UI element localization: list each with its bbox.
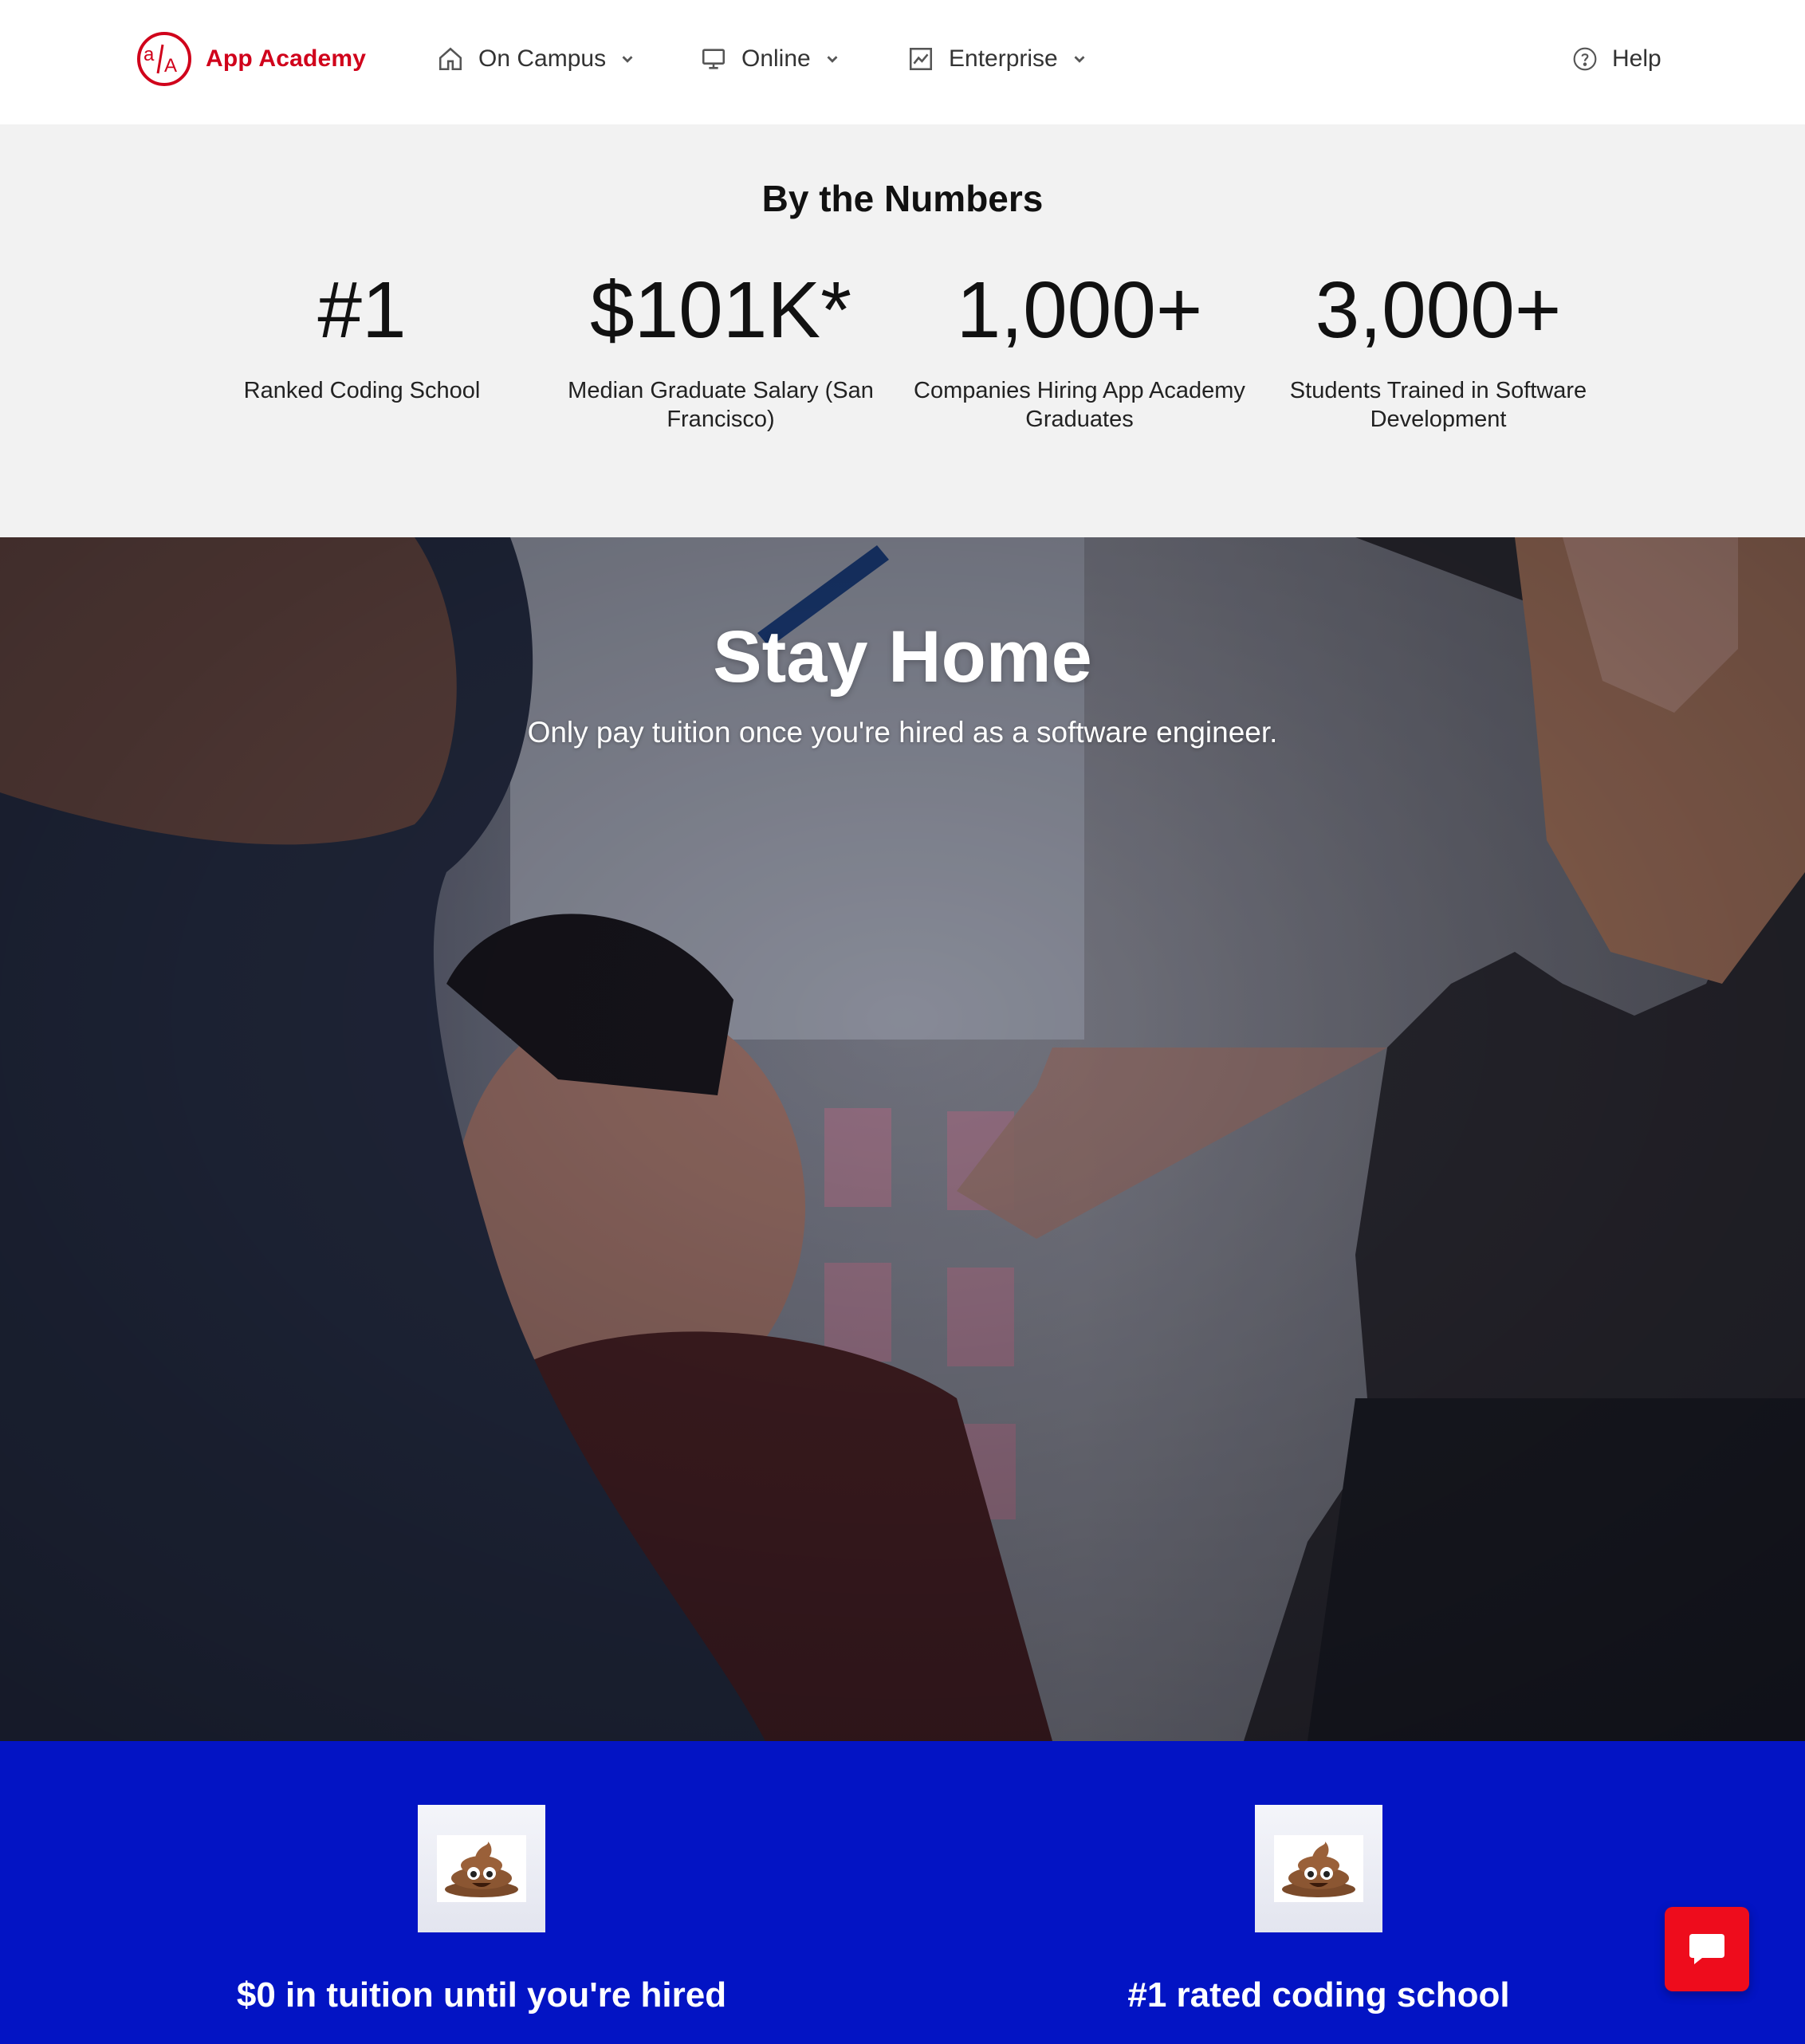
- help-circle-icon: [1573, 47, 1597, 71]
- feature-text: $0 in tuition until you're hired: [236, 1975, 727, 2015]
- stat-value: #1: [317, 265, 407, 355]
- top-nav: a A App Academy On Campus Online Enterpr…: [0, 0, 1805, 124]
- stat-value: 3,000+: [1315, 265, 1562, 355]
- feature-icon-box: [1255, 1805, 1382, 1932]
- nav-online-label: Online: [741, 45, 811, 72]
- stat-label: Students Trained in Software Development: [1289, 378, 1587, 432]
- home-icon: [438, 47, 462, 71]
- stat-value: $101K*: [589, 265, 852, 355]
- chevron-down-icon: [827, 56, 838, 63]
- chevron-down-icon: [1074, 56, 1085, 63]
- stat-item: 3,000+ Students Trained in Software Deve…: [1271, 266, 1606, 434]
- features-section: $0 in tuition until you're hired #1 rate…: [0, 1741, 1805, 2044]
- chevron-down-icon: [622, 56, 633, 63]
- chat-widget-button[interactable]: [1665, 1907, 1749, 1991]
- section-title: By the Numbers: [761, 178, 1044, 219]
- nav-help-label: Help: [1612, 45, 1661, 72]
- app-academy-logo-icon: a A: [137, 32, 191, 86]
- feature-text: #1 rated coding school: [1127, 1975, 1510, 2015]
- stat-value: 1,000+: [956, 265, 1203, 355]
- nav-on-campus[interactable]: On Campus: [437, 40, 636, 78]
- stat-label: Ranked Coding School: [243, 378, 481, 403]
- stat-label: Median Graduate Salary (San Francisco): [568, 378, 874, 432]
- chart-icon: [909, 47, 933, 71]
- nav-enterprise-label: Enterprise: [949, 45, 1058, 72]
- poop-emoji-icon: [1274, 1835, 1363, 1902]
- stat-item: $101K* Median Graduate Salary (San Franc…: [553, 266, 888, 434]
- stat-item: #1 Ranked Coding School: [195, 266, 529, 405]
- nav-enterprise[interactable]: Enterprise: [907, 40, 1088, 78]
- svg-text:A: A: [164, 55, 177, 77]
- hero-title: Stay Home: [713, 616, 1092, 698]
- nav-help[interactable]: Help: [1572, 40, 1661, 78]
- nav-online[interactable]: Online: [700, 40, 841, 78]
- stat-item: 1,000+ Companies Hiring App Academy Grad…: [912, 266, 1247, 434]
- hero-subtitle: Only pay tuition once you're hired as a …: [527, 716, 1278, 749]
- monitor-icon: [702, 49, 726, 69]
- stat-label: Companies Hiring App Academy Graduates: [914, 378, 1245, 432]
- hero-banner: Stay Home Only pay tuition once you're h…: [0, 537, 1805, 1741]
- by-the-numbers-section: By the Numbers #1 Ranked Coding School $…: [0, 124, 1805, 537]
- poop-emoji-icon: [437, 1835, 526, 1902]
- nav-on-campus-label: On Campus: [478, 45, 607, 72]
- logo-text: App Academy: [206, 45, 367, 72]
- svg-text:a: a: [144, 44, 155, 65]
- feature-icon-box: [418, 1805, 545, 1932]
- chat-bubble-icon: [1689, 1934, 1724, 1964]
- logo[interactable]: a A App Academy: [136, 30, 366, 88]
